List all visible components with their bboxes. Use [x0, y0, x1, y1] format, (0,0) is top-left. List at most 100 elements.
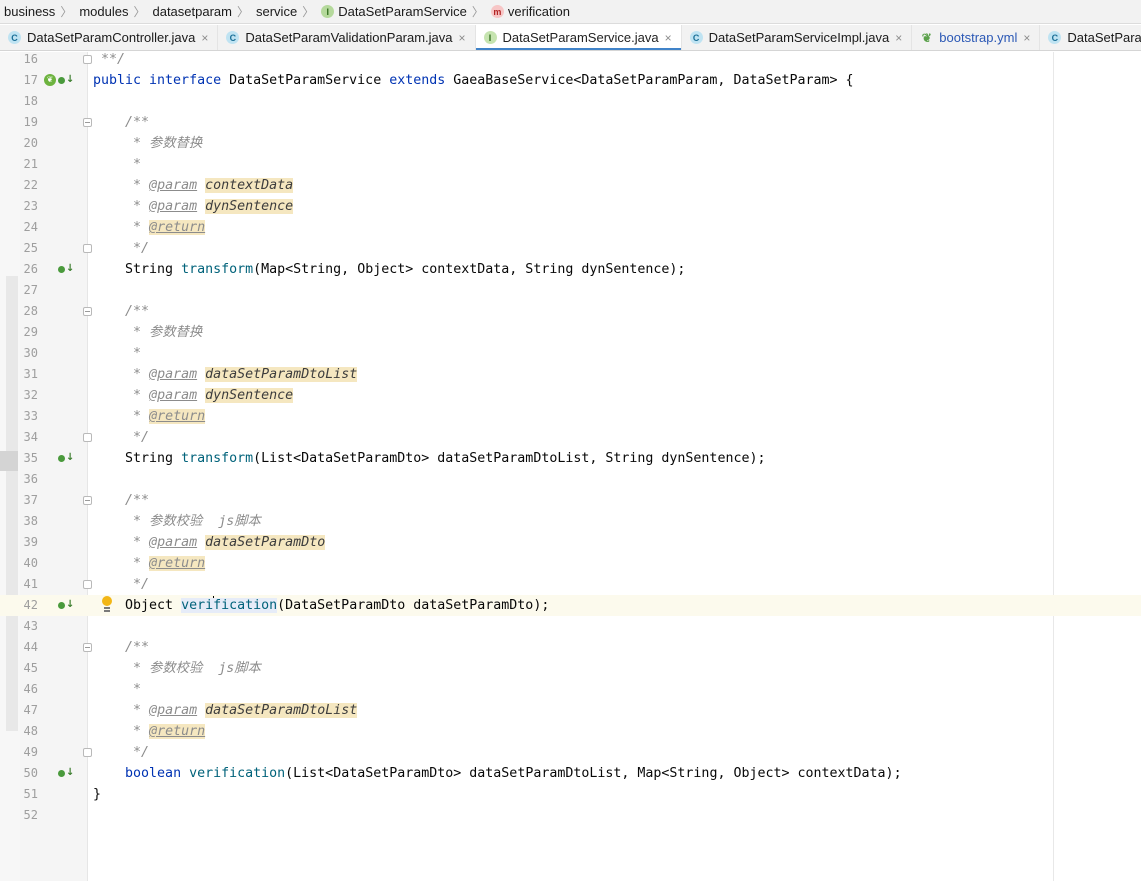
- code-text[interactable]: */: [93, 238, 149, 259]
- fold-toggle-icon[interactable]: [83, 244, 92, 253]
- code-text[interactable]: * @param dataSetParamDtoList: [93, 700, 358, 721]
- code-line[interactable]: 22 * @param contextData: [0, 175, 1141, 196]
- code-editor[interactable]: 16 **/17 ❦ ↓ public interface DataSetParamS…: [0, 52, 1141, 881]
- code-line[interactable]: 44 /**: [0, 637, 1141, 658]
- code-text[interactable]: *: [93, 154, 141, 175]
- code-text[interactable]: * @param dynSentence: [93, 385, 294, 406]
- editor-tab[interactable]: C DataSetParamController.java ×: [0, 25, 219, 50]
- code-line[interactable]: 25 */: [0, 238, 1141, 259]
- code-text[interactable]: * @param dynSentence: [93, 196, 294, 217]
- breadcrumb-item[interactable]: datasetparam: [148, 4, 234, 19]
- code-text[interactable]: * @return: [93, 217, 206, 238]
- code-line[interactable]: 36: [0, 469, 1141, 490]
- code-line[interactable]: 43: [0, 616, 1141, 637]
- code-text[interactable]: * 参数替换: [93, 133, 202, 154]
- editor-tab[interactable]: I DataSetParamService.java ×: [475, 25, 682, 50]
- fold-toggle-icon[interactable]: [83, 643, 92, 652]
- code-line[interactable]: 20 * 参数替换: [0, 133, 1141, 154]
- code-line[interactable]: 17 ❦ ↓ public interface DataSetParamService…: [0, 70, 1141, 91]
- code-line[interactable]: 51}: [0, 784, 1141, 805]
- fold-toggle-icon[interactable]: [83, 118, 92, 127]
- code-text[interactable]: * @param contextData: [93, 175, 294, 196]
- code-line[interactable]: 33 * @return: [0, 406, 1141, 427]
- code-text[interactable]: }: [93, 784, 101, 805]
- code-line[interactable]: 26 ↓ String transform(Map<String, Object>…: [0, 259, 1141, 280]
- editor-tab[interactable]: ❦ bootstrap.yml ×: [912, 25, 1041, 50]
- code-line[interactable]: 37 /**: [0, 490, 1141, 511]
- code-line[interactable]: 32 * @param dynSentence: [0, 385, 1141, 406]
- fold-toggle-icon[interactable]: [83, 496, 92, 505]
- code-text[interactable]: /**: [93, 637, 149, 658]
- fold-toggle-icon[interactable]: [83, 55, 92, 64]
- fold-toggle-icon[interactable]: [83, 580, 92, 589]
- breadcrumb-item[interactable]: m verification: [487, 4, 572, 19]
- code-text[interactable]: * @return: [93, 553, 206, 574]
- code-line[interactable]: 23 * @param dynSentence: [0, 196, 1141, 217]
- code-line[interactable]: 40 * @return: [0, 553, 1141, 574]
- code-text[interactable]: */: [93, 742, 149, 763]
- breadcrumb-item[interactable]: modules: [75, 4, 130, 19]
- code-line[interactable]: 45 * 参数校验 js脚本: [0, 658, 1141, 679]
- code-text[interactable]: public interface DataSetParamService ext…: [93, 70, 854, 91]
- code-line[interactable]: 38 * 参数校验 js脚本: [0, 511, 1141, 532]
- code-text[interactable]: /**: [93, 301, 149, 322]
- close-icon[interactable]: ×: [895, 31, 902, 45]
- breadcrumb-item[interactable]: service: [252, 4, 299, 19]
- spring-bean-icon[interactable]: ❦: [44, 74, 56, 86]
- code-line[interactable]: 48 * @return: [0, 721, 1141, 742]
- fold-toggle-icon[interactable]: [83, 748, 92, 757]
- code-text[interactable]: */: [93, 427, 149, 448]
- editor-tab[interactable]: C DataSetPara: [1040, 25, 1141, 50]
- implemented-gutter-icon[interactable]: ↓: [58, 767, 74, 780]
- code-text[interactable]: *: [93, 679, 141, 700]
- code-line[interactable]: 50 ↓ boolean verification(List<DataSetPar…: [0, 763, 1141, 784]
- code-text[interactable]: Object verification(DataSetParamDto data…: [93, 595, 549, 616]
- code-text[interactable]: * 参数替换: [93, 322, 202, 343]
- code-line[interactable]: 39 * @param dataSetParamDto: [0, 532, 1141, 553]
- code-line[interactable]: 21 *: [0, 154, 1141, 175]
- close-icon[interactable]: ×: [665, 31, 672, 45]
- implemented-gutter-icon[interactable]: ↓: [58, 263, 74, 276]
- code-line[interactable]: 27: [0, 280, 1141, 301]
- breadcrumb-item[interactable]: I DataSetParamService: [317, 4, 469, 19]
- code-text[interactable]: * 参数校验 js脚本: [93, 658, 261, 679]
- code-text[interactable]: */: [93, 574, 149, 595]
- code-text[interactable]: * @return: [93, 406, 206, 427]
- implemented-gutter-icon[interactable]: ↓: [58, 599, 74, 612]
- code-line[interactable]: 52: [0, 805, 1141, 826]
- code-text[interactable]: String transform(List<DataSetParamDto> d…: [93, 448, 765, 469]
- code-line[interactable]: 31 * @param dataSetParamDtoList: [0, 364, 1141, 385]
- fold-toggle-icon[interactable]: [83, 433, 92, 442]
- code-text[interactable]: * @param dataSetParamDto: [93, 532, 326, 553]
- code-line[interactable]: 41 */: [0, 574, 1141, 595]
- code-line[interactable]: 24 * @return: [0, 217, 1141, 238]
- fold-toggle-icon[interactable]: [83, 307, 92, 316]
- code-text[interactable]: /**: [93, 112, 149, 133]
- close-icon[interactable]: ×: [1023, 31, 1030, 45]
- implemented-gutter-icon[interactable]: ↓: [58, 452, 74, 465]
- code-line[interactable]: 16 **/: [0, 49, 1141, 70]
- code-text[interactable]: * 参数校验 js脚本: [93, 511, 261, 532]
- code-line[interactable]: 47 * @param dataSetParamDtoList: [0, 700, 1141, 721]
- code-text[interactable]: boolean verification(List<DataSetParamDt…: [93, 763, 902, 784]
- code-line[interactable]: 35 ↓ String transform(List<DataSetParamDt…: [0, 448, 1141, 469]
- editor-tab[interactable]: C DataSetParamValidationParam.java ×: [218, 25, 476, 50]
- code-line[interactable]: 30 *: [0, 343, 1141, 364]
- close-icon[interactable]: ×: [459, 31, 466, 45]
- code-text[interactable]: *: [93, 343, 141, 364]
- code-text[interactable]: /**: [93, 490, 149, 511]
- code-line[interactable]: 49 */: [0, 742, 1141, 763]
- code-text[interactable]: * @return: [93, 721, 206, 742]
- editor-tab[interactable]: C DataSetParamServiceImpl.java ×: [682, 25, 913, 50]
- code-line[interactable]: 19 /**: [0, 112, 1141, 133]
- implemented-gutter-icon[interactable]: ↓: [58, 74, 74, 87]
- code-line[interactable]: 18: [0, 91, 1141, 112]
- code-text[interactable]: **/: [93, 49, 125, 70]
- code-text[interactable]: String transform(Map<String, Object> con…: [93, 259, 685, 280]
- code-line[interactable]: 28 /**: [0, 301, 1141, 322]
- code-line[interactable]: 42 ↓ Object verification(DataSetParamDto …: [0, 595, 1141, 616]
- close-icon[interactable]: ×: [201, 31, 208, 45]
- code-line[interactable]: 29 * 参数替换: [0, 322, 1141, 343]
- code-line[interactable]: 46 *: [0, 679, 1141, 700]
- code-text[interactable]: * @param dataSetParamDtoList: [93, 364, 358, 385]
